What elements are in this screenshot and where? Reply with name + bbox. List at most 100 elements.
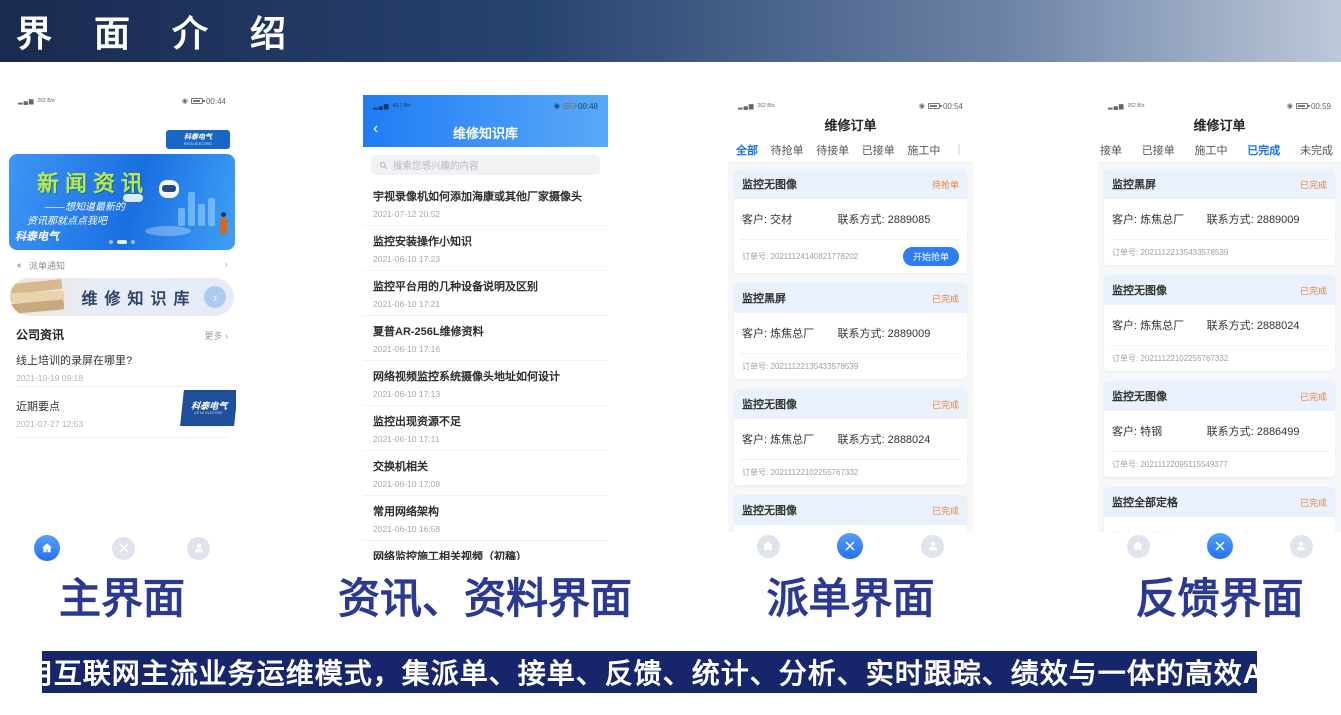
tab-pending-accept[interactable]: 待接单 bbox=[816, 142, 849, 158]
wrench-icon bbox=[1214, 540, 1226, 552]
dispatch-notice-row[interactable]: 派单通知 › bbox=[16, 257, 228, 273]
knowledge-base-card[interactable]: 维修知识库 › bbox=[10, 278, 234, 316]
thumbnail-brand-subtext: KETAI ELECTRIC bbox=[194, 411, 223, 415]
tab-pending-grab[interactable]: 待抢单 bbox=[771, 142, 804, 158]
nav-orders-button[interactable] bbox=[837, 533, 863, 559]
nav-profile-button[interactable] bbox=[1290, 535, 1313, 558]
order-card[interactable]: 监控无图像 已完成 客户: 特钢 联系方式: 2886499 bbox=[734, 495, 967, 534]
order-contact: 联系方式: 2889009 bbox=[1207, 211, 1300, 227]
order-customer: 客户: 炼焦总厂 bbox=[1112, 317, 1207, 333]
tab-accepted[interactable]: 已接单 bbox=[1142, 142, 1175, 158]
nav-home-button[interactable] bbox=[757, 535, 780, 558]
battery-icon bbox=[1296, 103, 1308, 109]
banner-brand: 科泰电气 bbox=[15, 228, 59, 244]
app-header: ▂▄▆ 40.7 B/s ◉ 00:48 ‹ 维修知识库 bbox=[363, 95, 608, 147]
order-contact: 联系方式: 2888024 bbox=[1207, 317, 1300, 333]
nav-home-button[interactable] bbox=[34, 535, 60, 561]
eye-icon: ◉ bbox=[182, 97, 188, 105]
network-speed: 40.7 B/s bbox=[392, 104, 410, 109]
page-title: 界 面 介 绍 bbox=[0, 5, 302, 57]
order-card[interactable]: 监控黑屏 已完成 客户: 炼焦总厂 联系方式: 2889009 订单号: 202… bbox=[734, 283, 967, 379]
article-date: 2021-06-10 17:11 bbox=[373, 434, 598, 444]
status-bar: ▂▄▆ 40.7 B/s ◉ 00:48 bbox=[363, 99, 608, 113]
bottom-nav bbox=[728, 532, 973, 560]
tab-completed[interactable]: 已完成 bbox=[1247, 142, 1280, 158]
caption-dispatch: 派单界面 bbox=[728, 565, 973, 626]
tab-pending-accept[interactable]: 接单 bbox=[1100, 142, 1122, 158]
wrench-icon bbox=[118, 542, 130, 554]
knowledge-base-go-button[interactable]: › bbox=[204, 286, 226, 308]
battery-icon bbox=[191, 98, 203, 104]
article-title: 监控安装操作小知识 bbox=[373, 233, 598, 249]
order-customer: 客户: 特钢 bbox=[1112, 423, 1207, 439]
nav-orders-button[interactable] bbox=[112, 537, 135, 560]
article-title: 网络监控施工相关视频（初稿） bbox=[373, 548, 598, 560]
article-list-item[interactable]: 网络监控施工相关视频（初稿） bbox=[363, 541, 608, 560]
tab-all[interactable]: 全部 bbox=[736, 142, 758, 158]
order-status-badge: 待抢单 bbox=[932, 178, 959, 191]
home-icon bbox=[762, 540, 774, 552]
order-contact: 联系方式: 2889085 bbox=[837, 211, 930, 227]
article-list-item[interactable]: 宇视录像机如何添加海康或其他厂家摄像头 2021-07-12 20:52 bbox=[363, 181, 608, 226]
company-news-title: 公司资讯 bbox=[16, 326, 64, 343]
signal-icon: ▂▄▆ bbox=[1108, 103, 1124, 110]
order-card[interactable]: 监控无图像 已完成 客户: 炼焦总厂 联系方式: 2888024 订单号: 20… bbox=[734, 389, 967, 485]
article-date: 2021-06-10 17:16 bbox=[373, 344, 598, 354]
network-speed: 262 B/s bbox=[1127, 104, 1144, 109]
article-list-item[interactable]: 夏普AR-256L维修资料 2021-06-10 17:16 bbox=[363, 316, 608, 361]
start-grab-button[interactable]: 开始抢单 bbox=[903, 247, 959, 266]
nav-profile-button[interactable] bbox=[921, 535, 944, 558]
article-date: 2021-06-10 17:23 bbox=[373, 254, 598, 264]
article-title: 宇视录像机如何添加海康或其他厂家摄像头 bbox=[373, 188, 598, 204]
knowledge-base-card-title: 维修知识库 bbox=[74, 285, 204, 309]
company-news-header-row: 公司资讯 更多 › bbox=[16, 326, 228, 343]
article-list-item[interactable]: 监控出现资源不足 2021-06-10 17:11 bbox=[363, 406, 608, 451]
article-title: 监控平台用的几种设备说明及区别 bbox=[373, 278, 598, 294]
footer-banner: 采用互联网主流业务运维模式，集派单、接单、反馈、统计、分析、实时跟踪、绩效与一体… bbox=[42, 651, 1257, 693]
article-list-item[interactable]: 常用网络架构 2021-06-10 16:58 bbox=[363, 496, 608, 541]
nav-orders-button[interactable] bbox=[1207, 533, 1233, 559]
divider bbox=[16, 437, 228, 438]
article-date: 2021-06-10 17:13 bbox=[373, 389, 598, 399]
news-list-item[interactable]: 线上培训的录屏在哪里? 2021-10-19 09:18 bbox=[16, 352, 228, 383]
nav-profile-button[interactable] bbox=[187, 537, 210, 560]
tab-incomplete[interactable]: 未完成 bbox=[1300, 142, 1333, 158]
thumbnail-brand-text: 科泰电气 bbox=[191, 401, 228, 411]
order-card[interactable]: 监控无图像 已完成 客户: 特钢 联系方式: 2886499 订单号: 2021… bbox=[1104, 381, 1335, 477]
article-list-item[interactable]: 交换机相关 2021-06-10 17:08 bbox=[363, 451, 608, 496]
tab-in-progress[interactable]: 施工中 bbox=[1195, 142, 1228, 158]
order-number: 订单号: 20211122102255767332 bbox=[1112, 353, 1228, 364]
search-input[interactable]: 搜索您感兴趣的内容 bbox=[371, 155, 600, 175]
phone-dispatch-screen: ▂▄▆ 262 B/s ◉ 00:54 维修订单 全部 待抢单 待接单 已接单 … bbox=[728, 95, 973, 560]
banner-title: 新闻资讯 bbox=[37, 166, 149, 198]
order-card[interactable]: 监控无图像 待抢单 客户: 交材 联系方式: 2889085 订单号: 2021… bbox=[734, 169, 967, 273]
tab-in-progress[interactable]: 施工中 bbox=[907, 142, 940, 158]
article-title: 监控出现资源不足 bbox=[373, 413, 598, 429]
speaker-icon bbox=[16, 261, 25, 270]
nav-home-button[interactable] bbox=[1127, 535, 1150, 558]
signal-icon: ▂▄▆ bbox=[373, 103, 389, 110]
tab-accepted[interactable]: 已接单 bbox=[862, 142, 895, 158]
caption-main: 主界面 bbox=[8, 565, 236, 626]
status-time: 00:44 bbox=[206, 97, 226, 106]
article-list-item[interactable]: 监控安装操作小知识 2021-06-10 17:23 bbox=[363, 226, 608, 271]
search-placeholder: 搜索您感兴趣的内容 bbox=[393, 158, 479, 172]
robot-platform bbox=[145, 226, 191, 236]
status-time: 00:59 bbox=[1311, 102, 1331, 111]
order-customer: 客户: 交材 bbox=[742, 211, 837, 227]
more-link[interactable]: 更多 › bbox=[204, 329, 228, 342]
order-card[interactable]: 监控无图像 已完成 客户: 炼焦总厂 联系方式: 2888024 订单号: 20… bbox=[1104, 275, 1335, 371]
order-title: 监控无图像 bbox=[742, 396, 797, 412]
order-number: 订单号: 20211124140821778202 bbox=[742, 251, 858, 262]
screen-title: 维修订单 bbox=[1098, 115, 1341, 134]
status-bar: ▂▄▆ 262 B/s ◉ 00:59 bbox=[1098, 99, 1341, 113]
bottom-nav bbox=[8, 534, 236, 562]
news-banner[interactable]: 新闻资讯 ——想知道最新的 资讯那就点点我吧 科泰电气 bbox=[9, 154, 235, 250]
article-list: 宇视录像机如何添加海康或其他厂家摄像头 2021-07-12 20:52 监控安… bbox=[363, 181, 608, 560]
notice-label: 派单通知 bbox=[29, 259, 65, 272]
article-list-item[interactable]: 监控平台用的几种设备说明及区别 2021-06-10 17:21 bbox=[363, 271, 608, 316]
article-list-item[interactable]: 网络视频监控系统摄像头地址如何设计 2021-06-10 17:13 bbox=[363, 361, 608, 406]
order-card[interactable]: 监控黑屏 已完成 客户: 炼焦总厂 联系方式: 2889009 订单号: 202… bbox=[1104, 169, 1335, 265]
order-contact: 联系方式: 2888024 bbox=[837, 431, 930, 447]
order-card[interactable]: 监控全部定格 已完成 客户: 炼铁总厂 联系方式: 2895258 订单号: 2… bbox=[1104, 487, 1335, 534]
